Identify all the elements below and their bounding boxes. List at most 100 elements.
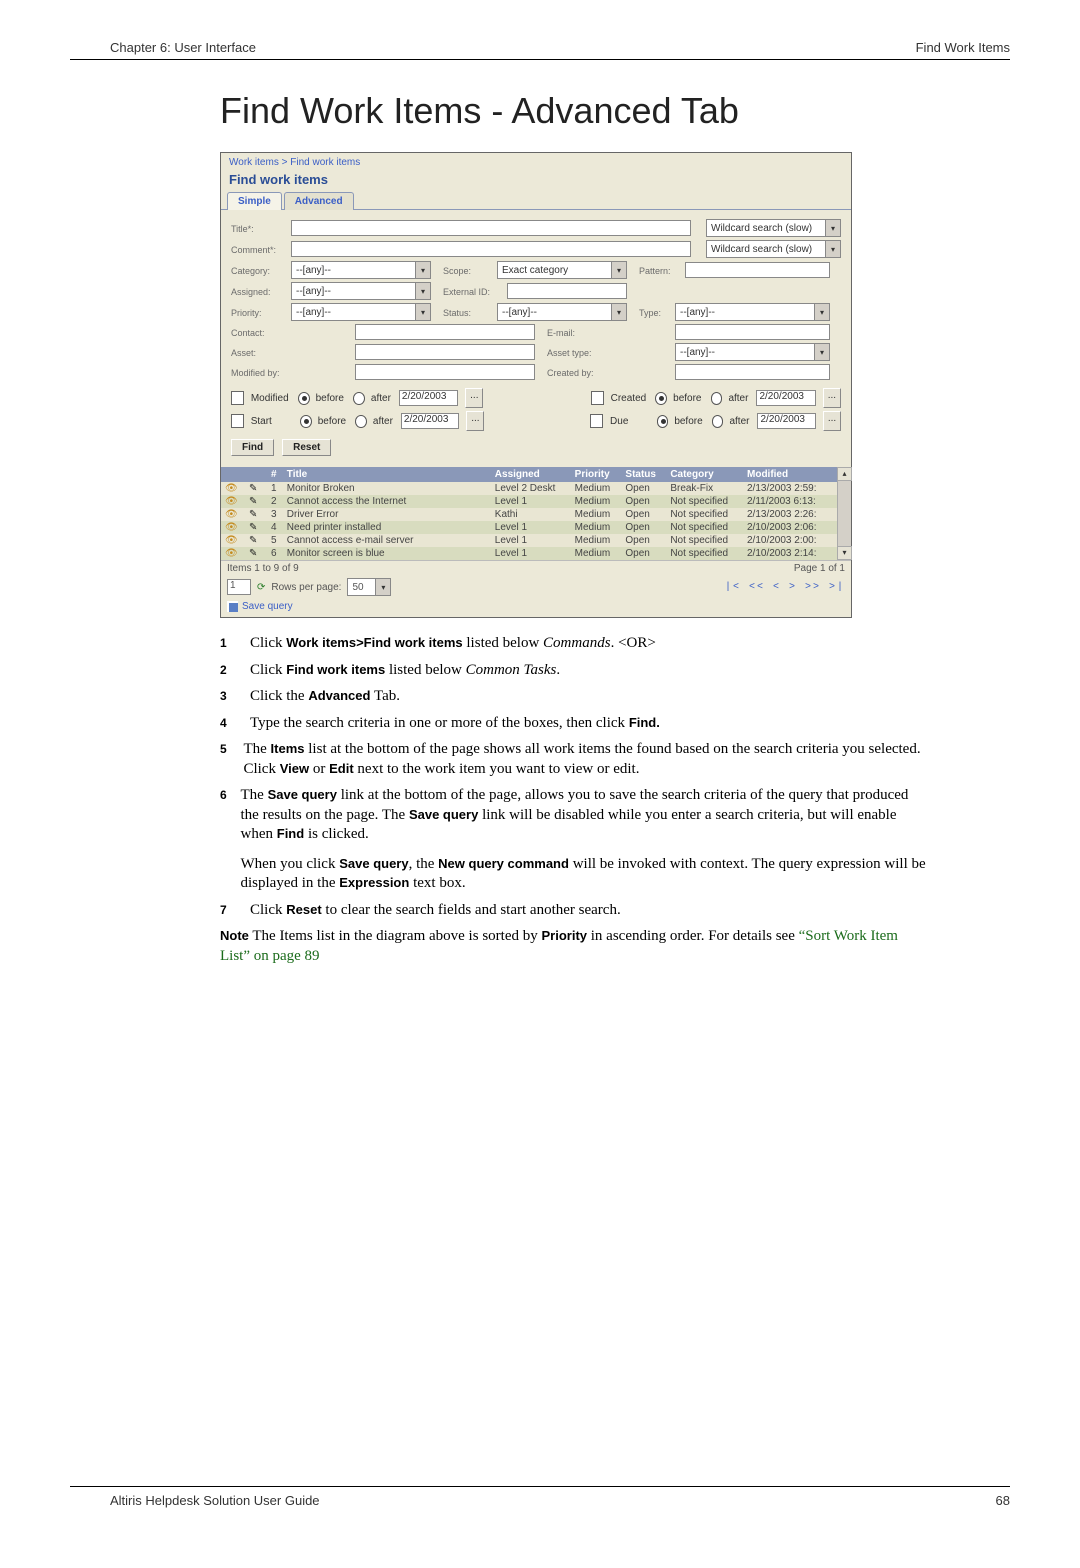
type-select[interactable]: --[any]--▾ — [675, 303, 830, 321]
comment-input[interactable] — [291, 241, 691, 257]
modified-checkbox[interactable] — [231, 391, 244, 405]
comment-wildcard-select[interactable]: Wildcard search (slow)▾ — [706, 240, 841, 258]
page-footer: Altiris Helpdesk Solution User Guide 68 — [70, 1486, 1010, 1508]
priority-select[interactable]: --[any]--▾ — [291, 303, 431, 321]
start-after-radio[interactable] — [355, 415, 367, 428]
pattern-input[interactable] — [685, 262, 830, 278]
table-row[interactable]: 👁✎4Need printer installedLevel 1MediumOp… — [221, 521, 851, 534]
edit-icon[interactable]: ✎ — [249, 535, 257, 546]
modifiedby-input[interactable] — [355, 364, 535, 380]
start-before-radio[interactable] — [300, 415, 312, 428]
page-input[interactable]: 1 — [227, 579, 251, 595]
cell-category: Not specified — [666, 508, 743, 521]
cell-priority: Medium — [571, 482, 622, 495]
step-num-5: 5 — [220, 740, 231, 779]
col-priority[interactable]: Priority — [571, 467, 622, 482]
cell-category: Not specified — [666, 534, 743, 547]
col-title[interactable]: Title — [283, 467, 491, 482]
due-before-radio[interactable] — [657, 415, 669, 428]
table-row[interactable]: 👁✎6Monitor screen is blueLevel 1MediumOp… — [221, 547, 851, 560]
table-row[interactable]: 👁✎3Driver ErrorKathiMediumOpenNot specif… — [221, 508, 851, 521]
refresh-icon[interactable]: ⟳ — [257, 582, 265, 593]
col-assigned[interactable]: Assigned — [491, 467, 571, 482]
col-modified[interactable]: Modified — [743, 467, 851, 482]
cell-priority: Medium — [571, 547, 622, 560]
edit-icon[interactable]: ✎ — [249, 548, 257, 559]
due-checkbox[interactable] — [590, 414, 603, 428]
view-icon[interactable]: 👁 — [225, 509, 239, 520]
asset-label: Asset: — [231, 347, 287, 358]
externalid-label: External ID: — [443, 286, 503, 297]
start-date-input[interactable]: 2/20/2003 — [401, 413, 460, 429]
step-num-7: 7 — [220, 901, 238, 921]
created-after-radio[interactable] — [711, 392, 723, 405]
modified-date-input[interactable]: 2/20/2003 — [399, 390, 458, 406]
modified-date-picker[interactable]: ... — [465, 388, 483, 408]
created-before-radio[interactable] — [655, 392, 667, 405]
cell-modified: 2/11/2003 6:13: — [743, 495, 851, 508]
created-date-input[interactable]: 2/20/2003 — [756, 390, 815, 406]
category-select[interactable]: --[any]--▾ — [291, 261, 431, 279]
tab-simple[interactable]: Simple — [227, 192, 282, 210]
created-date-picker[interactable]: ... — [823, 388, 841, 408]
find-button[interactable]: Find — [231, 439, 274, 456]
email-input[interactable] — [675, 324, 830, 340]
title-wildcard-select[interactable]: Wildcard search (slow)▾ — [706, 219, 841, 237]
breadcrumb-b[interactable]: Find work items — [290, 157, 360, 168]
edit-icon[interactable]: ✎ — [249, 496, 257, 507]
createdby-input[interactable] — [675, 364, 830, 380]
cell-priority: Medium — [571, 508, 622, 521]
assettype-select[interactable]: --[any]--▾ — [675, 343, 830, 361]
rows-per-page-select[interactable]: 50▾ — [347, 578, 391, 596]
due-date-picker[interactable]: ... — [823, 411, 841, 431]
created-checkbox[interactable] — [591, 391, 604, 405]
title-label: Title*: — [231, 223, 287, 234]
status-label: Status: — [443, 307, 493, 318]
save-query-link[interactable]: Save query — [242, 601, 293, 612]
edit-icon[interactable]: ✎ — [249, 522, 257, 533]
edit-icon[interactable]: ✎ — [249, 509, 257, 520]
status-select[interactable]: --[any]--▾ — [497, 303, 627, 321]
col-category[interactable]: Category — [666, 467, 743, 482]
title-input[interactable] — [291, 220, 691, 236]
contact-input[interactable] — [355, 324, 535, 340]
due-after-radio[interactable] — [712, 415, 724, 428]
step-6: The Save query link at the bottom of the… — [241, 786, 931, 894]
externalid-input[interactable] — [507, 283, 627, 299]
scope-select[interactable]: Exact category▾ — [497, 261, 627, 279]
pager[interactable]: |< << < > >> >| — [725, 582, 845, 593]
edit-icon[interactable]: ✎ — [249, 483, 257, 494]
col-num[interactable]: # — [267, 467, 283, 482]
chevron-down-icon: ▾ — [814, 304, 829, 320]
view-icon[interactable]: 👁 — [225, 548, 239, 559]
cell-modified: 2/10/2003 2:14: — [743, 547, 851, 560]
view-icon[interactable]: 👁 — [225, 483, 239, 494]
due-date-input[interactable]: 2/20/2003 — [757, 413, 816, 429]
scroll-up-icon[interactable]: ▴ — [837, 467, 852, 481]
rows-label: Rows per page: — [271, 582, 341, 593]
col-status[interactable]: Status — [621, 467, 666, 482]
asset-input[interactable] — [355, 344, 535, 360]
view-icon[interactable]: 👁 — [225, 522, 239, 533]
table-row[interactable]: 👁✎5Cannot access e‑mail serverLevel 1Med… — [221, 534, 851, 547]
cell-title: Need printer installed — [283, 521, 491, 534]
start-checkbox[interactable] — [231, 414, 244, 428]
step-1: Click Work items>Find work items listed … — [250, 634, 656, 654]
reset-button[interactable]: Reset — [282, 439, 331, 456]
scrollbar[interactable]: ▴ ▾ — [837, 467, 851, 560]
assigned-select[interactable]: --[any]--▾ — [291, 282, 431, 300]
view-icon[interactable]: 👁 — [225, 496, 239, 507]
table-row[interactable]: 👁✎1Monitor BrokenLevel 2 DesktMediumOpen… — [221, 482, 851, 495]
page-count: Page 1 of 1 — [794, 563, 845, 574]
modified-after-radio[interactable] — [353, 392, 365, 405]
tab-advanced[interactable]: Advanced — [284, 192, 354, 210]
cell-modified: 2/13/2003 2:59: — [743, 482, 851, 495]
assettype-label: Asset type: — [547, 347, 607, 358]
breadcrumb-a[interactable]: Work items — [229, 157, 279, 168]
scroll-down-icon[interactable]: ▾ — [837, 546, 852, 560]
step-num-2: 2 — [220, 661, 238, 681]
modified-before-radio[interactable] — [298, 392, 310, 405]
table-row[interactable]: 👁✎2Cannot access the InternetLevel 1Medi… — [221, 495, 851, 508]
view-icon[interactable]: 👁 — [225, 535, 239, 546]
start-date-picker[interactable]: ... — [466, 411, 484, 431]
